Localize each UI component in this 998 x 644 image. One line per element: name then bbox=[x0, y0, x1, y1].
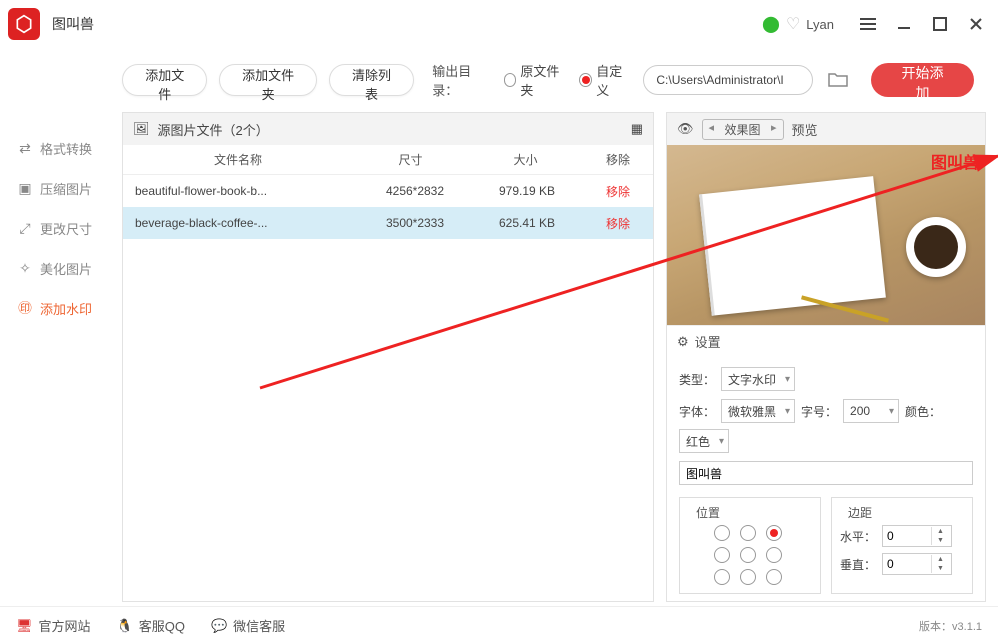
browse-folder-button[interactable] bbox=[825, 66, 851, 94]
version-label: 版本：v3.1.1 bbox=[919, 618, 982, 634]
cell-filename: beverage-black-coffee-... bbox=[123, 216, 359, 230]
size-label: 字号： bbox=[801, 403, 837, 420]
pos-mid-center[interactable] bbox=[740, 547, 756, 563]
image-icon: 🖼 bbox=[133, 121, 150, 137]
app-logo-icon bbox=[8, 8, 40, 40]
qq-icon: 🐧 bbox=[117, 618, 133, 634]
file-list-panel: 🖼 源图片文件（2个） ▦ 文件名称 尺寸 大小 移除 beautiful-fl… bbox=[122, 112, 654, 602]
pos-mid-right[interactable] bbox=[766, 547, 782, 563]
radio-original-folder[interactable]: 原文件夹 bbox=[504, 61, 568, 99]
compress-icon: ▣ bbox=[16, 180, 34, 197]
table-row[interactable]: beverage-black-coffee-... 3500*2333 625.… bbox=[123, 207, 653, 239]
pos-top-center[interactable] bbox=[740, 525, 756, 541]
sidebar-item-label: 更改尺寸 bbox=[40, 219, 92, 238]
font-size-select[interactable]: 200 bbox=[843, 399, 899, 423]
preview-area: 图叫兽 bbox=[667, 145, 985, 325]
app-title: 图叫兽 bbox=[52, 14, 94, 34]
h-margin-label: 水平： bbox=[840, 528, 876, 545]
pos-bot-left[interactable] bbox=[714, 569, 730, 585]
heart-icon: ♡ bbox=[786, 14, 800, 34]
eye-icon: 👁 bbox=[677, 121, 694, 137]
start-button[interactable]: 开始添加 bbox=[871, 63, 974, 97]
settings-header: 设置 bbox=[695, 332, 721, 351]
toolbar: 添加文件 添加文件夹 清除列表 输出目录： 原文件夹 自定义 开始添加 bbox=[110, 48, 986, 112]
cell-size: 979.19 KB bbox=[471, 184, 583, 198]
gear-icon: ⚙ bbox=[677, 334, 689, 350]
maximize-button[interactable] bbox=[926, 10, 954, 38]
table-row[interactable]: beautiful-flower-book-b... 4256*2832 979… bbox=[123, 175, 653, 207]
preview-settings-panel: 👁 效果图 预览 图叫兽 ⚙ 设置 类型： bbox=[666, 112, 986, 602]
position-title: 位置 bbox=[692, 504, 724, 521]
add-folder-button[interactable]: 添加文件夹 bbox=[219, 64, 316, 96]
margin-fieldset: 边距 水平： ▲▼ 垂直： ▲▼ bbox=[831, 497, 973, 594]
sidebar-item-label: 压缩图片 bbox=[40, 179, 92, 198]
v-margin-label: 垂直： bbox=[840, 556, 876, 573]
user-area[interactable]: ⬤ ♡ Lyan bbox=[762, 14, 834, 34]
clear-list-button[interactable]: 清除列表 bbox=[329, 64, 414, 96]
footer: 🖥官方网站 🐧客服QQ 💬微信客服 版本：v3.1.1 bbox=[0, 606, 998, 644]
sidebar: ⇄ 格式转换 ▣ 压缩图片 ⤢ 更改尺寸 ✧ 美化图片 ㊞添加水印 bbox=[0, 48, 110, 606]
wechat-icon: ⬤ bbox=[762, 14, 780, 34]
resize-icon: ⤢ bbox=[16, 220, 34, 237]
pos-mid-left[interactable] bbox=[714, 547, 730, 563]
watermark-icon: ㊞ bbox=[16, 298, 34, 318]
sidebar-item-label: 添加水印 bbox=[40, 299, 92, 318]
enhance-icon: ✧ bbox=[16, 260, 34, 277]
user-name: Lyan bbox=[806, 17, 834, 32]
margin-title: 边距 bbox=[844, 504, 876, 521]
position-fieldset: 位置 bbox=[679, 497, 821, 594]
file-panel-title: 源图片文件（2个） bbox=[158, 120, 269, 139]
font-label: 字体： bbox=[679, 403, 715, 420]
watermark-sample-text: 图叫兽 bbox=[931, 149, 979, 173]
font-select[interactable]: 微软雅黑 bbox=[721, 399, 795, 423]
radio-custom-folder[interactable]: 自定义 bbox=[579, 61, 631, 99]
col-header-remove: 移除 bbox=[583, 151, 653, 168]
v-margin-spinner[interactable]: ▲▼ bbox=[882, 553, 952, 575]
table-header: 文件名称 尺寸 大小 移除 bbox=[123, 145, 653, 175]
minimize-button[interactable] bbox=[890, 10, 918, 38]
sidebar-item-format[interactable]: ⇄ 格式转换 bbox=[0, 128, 110, 168]
sidebar-item-compress[interactable]: ▣ 压缩图片 bbox=[0, 168, 110, 208]
close-button[interactable] bbox=[962, 10, 990, 38]
remove-row-link[interactable]: 移除 bbox=[583, 183, 653, 200]
color-select[interactable]: 红色 bbox=[679, 429, 729, 453]
official-site-link[interactable]: 🖥官方网站 bbox=[16, 616, 91, 635]
col-header-name: 文件名称 bbox=[123, 151, 353, 168]
output-path-input[interactable] bbox=[643, 65, 813, 95]
convert-icon: ⇄ bbox=[16, 140, 34, 157]
sidebar-item-label: 格式转换 bbox=[40, 139, 92, 158]
type-select[interactable]: 文字水印 bbox=[721, 367, 795, 391]
preview-label: 预览 bbox=[792, 120, 818, 139]
color-label: 颜色： bbox=[905, 403, 941, 420]
title-bar: 图叫兽 ⬤ ♡ Lyan bbox=[0, 0, 998, 48]
preview-mode-selector[interactable]: 效果图 bbox=[702, 119, 784, 140]
cell-filename: beautiful-flower-book-b... bbox=[123, 184, 359, 198]
menu-button[interactable] bbox=[854, 10, 882, 38]
sidebar-item-label: 美化图片 bbox=[40, 259, 92, 278]
cell-dimension: 3500*2333 bbox=[359, 216, 471, 230]
sidebar-item-enhance[interactable]: ✧ 美化图片 bbox=[0, 248, 110, 288]
pos-bot-right[interactable] bbox=[766, 569, 782, 585]
wechat-support-link[interactable]: 💬微信客服 bbox=[211, 616, 285, 635]
sidebar-item-watermark[interactable]: ㊞添加水印 bbox=[0, 288, 110, 328]
qq-support-link[interactable]: 🐧客服QQ bbox=[117, 616, 185, 635]
remove-row-link[interactable]: 移除 bbox=[583, 215, 653, 232]
cell-dimension: 4256*2832 bbox=[359, 184, 471, 198]
sidebar-item-resize[interactable]: ⤢ 更改尺寸 bbox=[0, 208, 110, 248]
grid-view-icon[interactable]: ▦ bbox=[631, 121, 643, 137]
cell-size: 625.41 KB bbox=[471, 216, 583, 230]
add-file-button[interactable]: 添加文件 bbox=[122, 64, 207, 96]
monitor-icon: 🖥 bbox=[16, 618, 33, 634]
pos-bot-center[interactable] bbox=[740, 569, 756, 585]
watermark-text-input[interactable] bbox=[679, 461, 973, 485]
col-header-size: 大小 bbox=[468, 151, 583, 168]
type-label: 类型： bbox=[679, 371, 715, 388]
wechat-icon: 💬 bbox=[211, 618, 227, 634]
h-margin-spinner[interactable]: ▲▼ bbox=[882, 525, 952, 547]
output-dir-label: 输出目录： bbox=[432, 61, 491, 99]
col-header-dimension: 尺寸 bbox=[353, 151, 468, 168]
pos-top-right[interactable] bbox=[766, 525, 782, 541]
pos-top-left[interactable] bbox=[714, 525, 730, 541]
